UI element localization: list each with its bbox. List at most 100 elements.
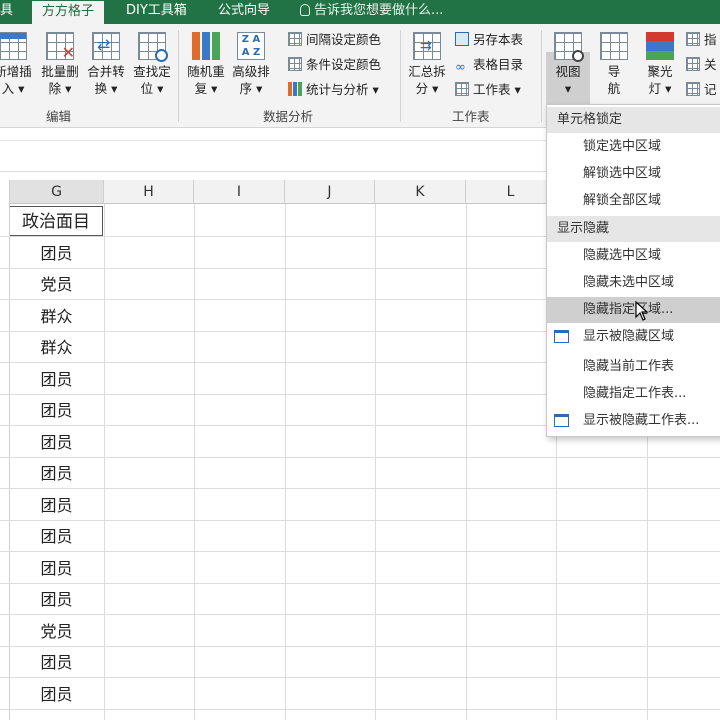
cell-g15[interactable]: 团员 bbox=[10, 649, 103, 673]
header-cell-political-status[interactable]: 政治面目 bbox=[10, 206, 103, 236]
summary-split-label-2: 分 ▾ bbox=[415, 81, 439, 96]
menu-item-show-hidden-sheets[interactable]: 显示被隐藏工作表... bbox=[547, 408, 720, 434]
group-label-analysis: 数据分析 bbox=[263, 109, 314, 124]
navigation-label-2: 航 bbox=[607, 81, 621, 96]
menu-item-hide-current-sheet[interactable]: 隐藏当前工作表 bbox=[547, 354, 720, 380]
column-header-j[interactable]: J bbox=[285, 180, 375, 204]
ribbon-tab-bar: 具 方方格子 DIY工具箱 公式向导 告诉我您想要做什么... bbox=[0, 0, 720, 24]
tell-me-text: 告诉我您想要做什么... bbox=[314, 3, 444, 18]
menu-item-hide-specified[interactable]: 隐藏指定区域... bbox=[547, 297, 720, 323]
grid-vline bbox=[285, 204, 286, 720]
grid-vline bbox=[375, 204, 376, 720]
grid-hline bbox=[0, 709, 720, 710]
menu-section-show-hide: 显示隐藏 bbox=[547, 216, 720, 242]
cell-g14[interactable]: 党员 bbox=[10, 618, 103, 642]
find-locate-label-2: 位 ▾ bbox=[140, 81, 164, 96]
summary-split-button[interactable]: ⇉ 汇总拆 分 ▾ bbox=[405, 32, 449, 97]
batch-delete-button[interactable]: ✕ 批量删 除 ▾ bbox=[38, 32, 82, 97]
worksheet-button[interactable]: 工作表 ▾ bbox=[455, 80, 521, 100]
view-magnifier-icon bbox=[554, 32, 584, 62]
random-repeat-button[interactable]: 随机重 复 ▾ bbox=[184, 32, 228, 97]
grid-hline bbox=[0, 488, 720, 489]
cell-g16[interactable]: 团员 bbox=[10, 681, 103, 705]
cell-g3[interactable]: 党员 bbox=[10, 271, 103, 295]
menu-item-hide-specified-sheet[interactable]: 隐藏指定工作表... bbox=[547, 381, 720, 407]
column-header-h[interactable]: H bbox=[104, 180, 194, 204]
stats-analysis-label: 统计与分析 ▾ bbox=[306, 82, 379, 97]
summary-split-icon: ⇉ bbox=[413, 32, 441, 60]
cell-g5[interactable]: 群众 bbox=[10, 334, 103, 358]
grid-vline bbox=[194, 204, 195, 720]
cell-g12[interactable]: 团员 bbox=[10, 555, 103, 579]
random-repeat-label-2: 复 ▾ bbox=[194, 81, 218, 96]
window-icon bbox=[554, 414, 569, 427]
spotlight-button[interactable]: 聚光 灯 ▾ bbox=[638, 32, 682, 97]
interval-color-icon bbox=[288, 32, 302, 46]
menu-item-unlock-all[interactable]: 解锁全部区域 bbox=[547, 188, 720, 214]
cell-g10[interactable]: 团员 bbox=[10, 492, 103, 516]
interval-color-label: 间隔设定颜色 bbox=[306, 32, 382, 47]
insert-button[interactable]: 新增插 入 ▾ bbox=[0, 32, 36, 97]
batch-delete-label-1: 批量删 bbox=[41, 64, 79, 79]
view-button[interactable]: 视图 ▾ bbox=[546, 32, 590, 97]
column-header-i[interactable]: I bbox=[194, 180, 285, 204]
partial-table-icon bbox=[686, 82, 700, 96]
grid-hline bbox=[0, 614, 720, 615]
cell-g13[interactable]: 团员 bbox=[10, 586, 103, 610]
save-sheet-button[interactable]: 另存本表 bbox=[455, 30, 523, 50]
menu-item-unlock-selected[interactable]: 解锁选中区域 bbox=[547, 161, 720, 187]
cell-g7[interactable]: 团员 bbox=[10, 397, 103, 421]
cell-g2[interactable]: 团员 bbox=[10, 240, 103, 264]
menu-item-lock-selected[interactable]: 锁定选中区域 bbox=[547, 134, 720, 160]
condition-color-button[interactable]: 条件设定颜色 bbox=[288, 55, 381, 75]
menu-item-show-hidden[interactable]: 显示被隐藏区域 bbox=[547, 324, 720, 350]
partial-button-3[interactable]: 记 bbox=[686, 80, 717, 100]
tab-tools-partial[interactable]: 具 bbox=[0, 0, 13, 24]
magnifier-icon bbox=[138, 32, 168, 62]
column-header-l[interactable]: L bbox=[466, 180, 556, 204]
tab-formula-wizard[interactable]: 公式向导 bbox=[218, 0, 270, 24]
grid-vline bbox=[466, 204, 467, 720]
partial-button-1[interactable]: 指 bbox=[686, 30, 717, 50]
row-header-edge bbox=[0, 180, 10, 720]
menu-item-hide-specified-label: 隐藏指定区域... bbox=[583, 302, 674, 317]
cell-g6[interactable]: 团员 bbox=[10, 366, 103, 390]
insert-label-1: 新增插 bbox=[0, 64, 32, 79]
random-repeat-icon bbox=[192, 32, 220, 60]
tell-me-box[interactable]: 告诉我您想要做什么... bbox=[300, 0, 443, 24]
merge-convert-label-2: 换 ▾ bbox=[94, 81, 118, 96]
column-header-g[interactable]: G bbox=[10, 180, 104, 204]
grid-hline bbox=[0, 520, 720, 521]
group-label-sheet: 工作表 bbox=[452, 109, 490, 124]
advanced-sort-button[interactable]: Z AA Z 高级排 序 ▾ bbox=[228, 32, 274, 97]
cell-g8[interactable]: 团员 bbox=[10, 429, 103, 453]
tab-diy-toolbox[interactable]: DIY工具箱 bbox=[126, 0, 187, 24]
stats-analysis-button[interactable]: 统计与分析 ▾ bbox=[288, 80, 379, 100]
find-locate-button[interactable]: 查找定 位 ▾ bbox=[130, 32, 174, 97]
partial-table-icon bbox=[686, 57, 700, 71]
advanced-sort-label-1: 高级排 bbox=[232, 64, 270, 79]
grid-hline bbox=[0, 457, 720, 458]
batch-delete-label-2: 除 ▾ bbox=[48, 81, 72, 96]
merge-convert-label-1: 合并转 bbox=[87, 64, 125, 79]
interval-color-button[interactable]: 间隔设定颜色 bbox=[288, 30, 381, 50]
window-icon bbox=[554, 330, 569, 343]
menu-item-hide-selected[interactable]: 隐藏选中区域 bbox=[547, 243, 720, 269]
tab-fangfang-gezi[interactable]: 方方格子 bbox=[32, 1, 105, 24]
navigation-button[interactable]: 导 航 bbox=[594, 32, 634, 97]
table-directory-button[interactable]: ∞ 表格目录 bbox=[455, 55, 523, 75]
cell-g11[interactable]: 团员 bbox=[10, 523, 103, 547]
column-header-k[interactable]: K bbox=[375, 180, 466, 204]
stats-chart-icon bbox=[288, 82, 302, 96]
cell-g4[interactable]: 群众 bbox=[10, 303, 103, 327]
menu-item-show-hidden-sheets-label: 显示被隐藏工作表... bbox=[583, 413, 700, 428]
spotlight-icon bbox=[646, 32, 674, 60]
insert-label-2: 入 ▾ bbox=[1, 81, 25, 96]
cell-g9[interactable]: 团员 bbox=[10, 460, 103, 484]
partial-button-2[interactable]: 关 bbox=[686, 55, 717, 75]
menu-item-hide-unselected[interactable]: 隐藏未选中区域 bbox=[547, 270, 720, 296]
merge-convert-button[interactable]: ⇄ 合并转 换 ▾ bbox=[84, 32, 128, 97]
delete-table-icon: ✕ bbox=[46, 32, 75, 61]
navigation-table-icon bbox=[600, 32, 628, 60]
view-label-2: ▾ bbox=[564, 81, 572, 96]
